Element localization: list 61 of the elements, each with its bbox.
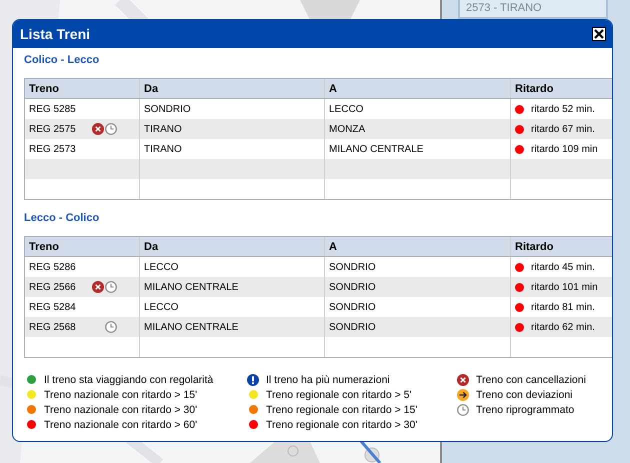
legend-label: Il treno sta viaggiando con regolarità bbox=[44, 374, 214, 386]
train-number: REG 5284 bbox=[29, 302, 76, 312]
table-cell: MILANO CENTRALE bbox=[144, 282, 238, 292]
table-cell: SONDRIO bbox=[144, 104, 191, 114]
legend-label: Treno nazionale con ritardo > 30' bbox=[44, 404, 198, 416]
table-cell: LECCO bbox=[144, 262, 178, 272]
clock-icon bbox=[105, 123, 117, 135]
column-header: Ritardo bbox=[511, 237, 612, 256]
column-header: A bbox=[325, 79, 511, 98]
table-cell: LECCO bbox=[144, 302, 178, 312]
train-number: REG 2575 bbox=[29, 124, 76, 134]
clock-icon bbox=[457, 404, 469, 416]
table-cell: MILANO CENTRALE bbox=[329, 144, 424, 154]
arrow-icon bbox=[457, 388, 469, 400]
legend-label: Treno riprogrammato bbox=[476, 404, 574, 416]
delay-text: ritardo 62 min. bbox=[531, 322, 595, 332]
table-cell: MONZA bbox=[329, 124, 366, 134]
legend-label: Treno regionale con ritardo > 30' bbox=[266, 418, 418, 430]
table-cell: SONDRIO bbox=[329, 322, 376, 332]
legend-label: Treno nazionale con ritardo > 15' bbox=[44, 388, 198, 400]
dialog-title: Lista Treni bbox=[20, 26, 90, 42]
legend-label: Treno regionale con ritardo > 5' bbox=[266, 388, 412, 400]
table-cell: SONDRIO bbox=[329, 302, 376, 312]
table-cell: MILANO CENTRALE bbox=[144, 322, 238, 332]
column-header: Ritardo bbox=[511, 79, 612, 98]
close-button[interactable] bbox=[592, 27, 606, 41]
section-title: Lecco - Colico bbox=[24, 212, 100, 226]
legend-label: Il treno ha più numerazioni bbox=[266, 374, 390, 386]
table-cell: SONDRIO bbox=[329, 282, 376, 292]
table-cell: TIRANO bbox=[144, 124, 182, 134]
train-number: REG 2573 bbox=[29, 144, 76, 154]
delay-text: ritardo 67 min. bbox=[531, 124, 595, 134]
table-cell: TIRANO bbox=[144, 144, 182, 154]
train-number: REG 5285 bbox=[29, 104, 76, 114]
legend-label: Treno nazionale con ritardo > 60' bbox=[44, 418, 198, 430]
train-number: REG 5286 bbox=[29, 262, 76, 272]
delay-text: ritardo 81 min. bbox=[531, 302, 595, 312]
train-number: REG 2566 bbox=[29, 282, 76, 292]
delay-text: ritardo 52 min. bbox=[531, 104, 595, 114]
column-header: Treno bbox=[25, 79, 140, 98]
legend-label: Treno con cancellazioni bbox=[476, 374, 586, 386]
clock-icon bbox=[105, 321, 117, 333]
delay-text: ritardo 109 min bbox=[531, 144, 598, 154]
legend-label: Treno con deviazioni bbox=[476, 388, 572, 400]
train-field[interactable]: 2573 - TIRANO bbox=[458, 0, 608, 19]
delay-text: ritardo 101 min bbox=[531, 282, 598, 292]
column-header: Da bbox=[140, 237, 325, 256]
clock-icon bbox=[105, 281, 117, 293]
section-title: Colico - Lecco bbox=[24, 54, 100, 68]
column-header: Da bbox=[140, 79, 325, 98]
column-header: Treno bbox=[25, 237, 140, 256]
legend-label: Treno regionale con ritardo > 15' bbox=[266, 404, 418, 416]
cancel-icon bbox=[92, 281, 104, 293]
cancel-icon bbox=[92, 123, 104, 135]
info-icon bbox=[247, 374, 259, 386]
table-cell: LECCO bbox=[329, 104, 364, 114]
train-number: REG 2568 bbox=[29, 322, 76, 332]
table-cell: SONDRIO bbox=[329, 262, 376, 272]
delay-text: ritardo 45 min. bbox=[531, 262, 595, 272]
cancel-icon bbox=[457, 374, 469, 386]
column-header: A bbox=[325, 237, 511, 256]
